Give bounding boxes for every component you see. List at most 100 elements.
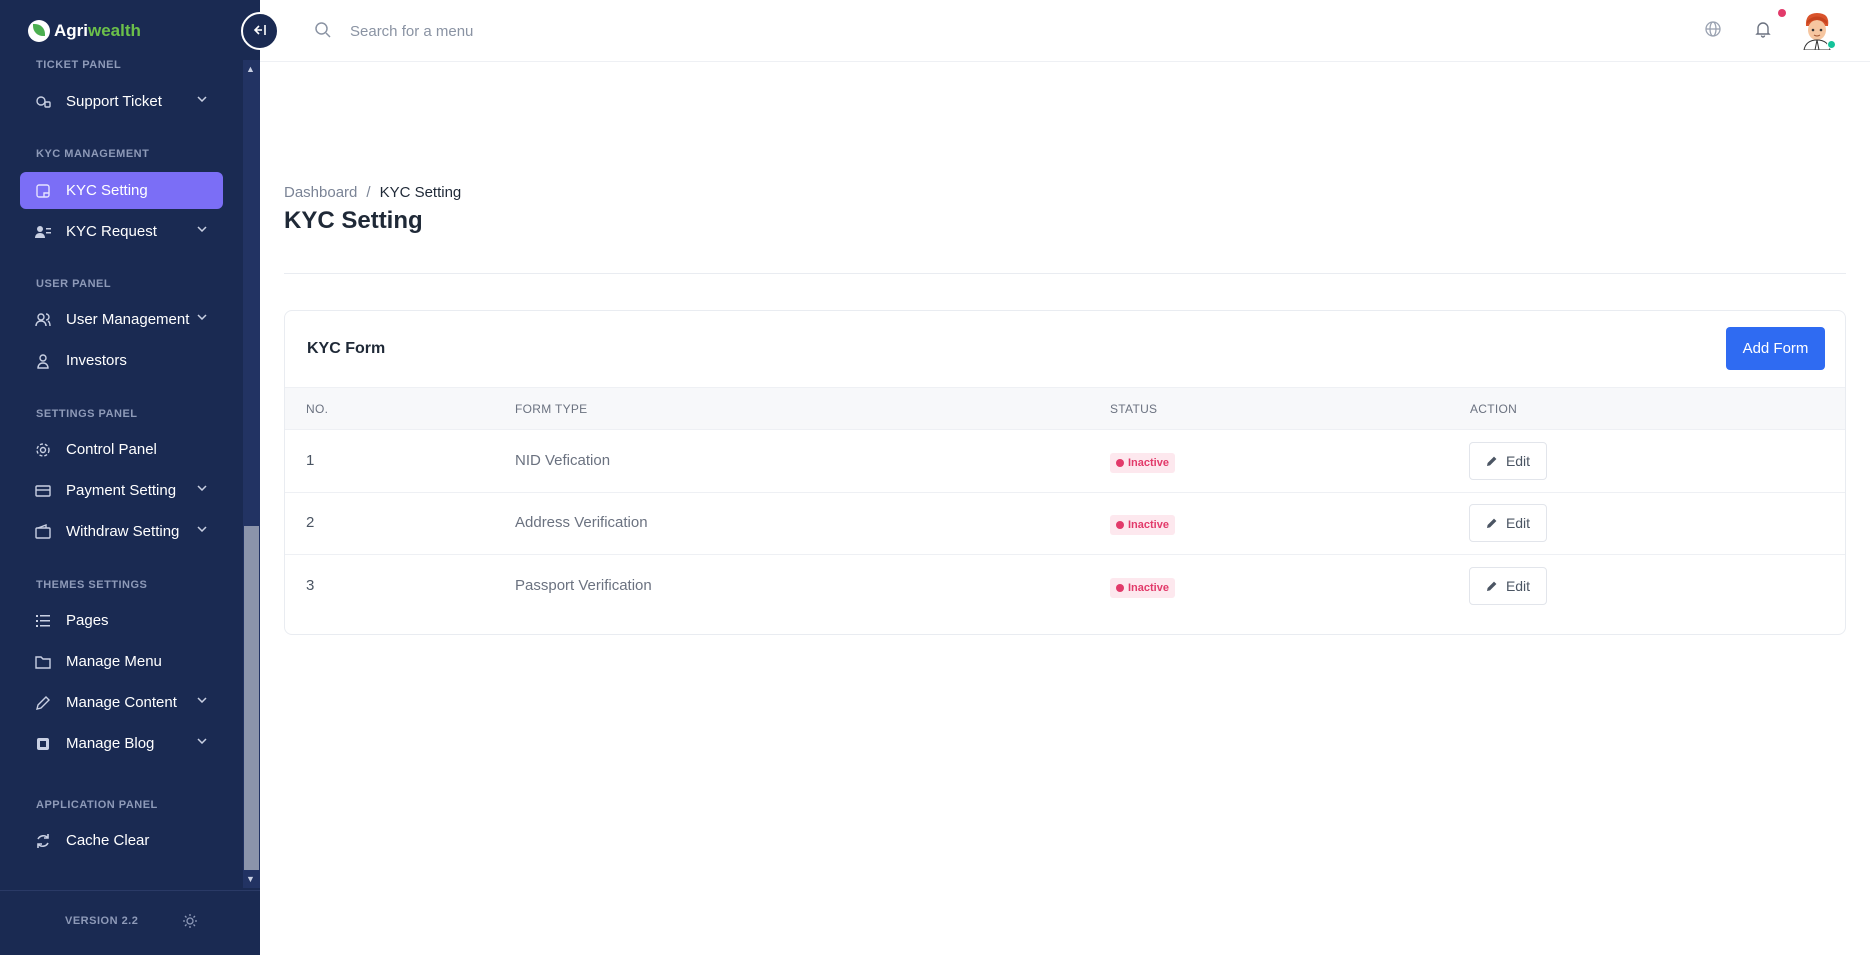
- sidebar-item-investors[interactable]: Investors: [20, 342, 223, 379]
- form-type-cell: Passport Verification: [515, 577, 652, 594]
- sidebar-item-control-panel[interactable]: Control Panel: [20, 431, 223, 468]
- sidebar-item-label: Control Panel: [66, 441, 157, 458]
- chevron-down-icon: [197, 736, 207, 747]
- pencil-icon: [1486, 581, 1497, 591]
- table-row: 2 Address Verification Inactive Edit: [285, 493, 1845, 555]
- chevron-down-icon: [197, 94, 207, 105]
- sidebar: Agri wealth TICKET PANEL Support Ticket K…: [0, 0, 260, 955]
- sidebar-item-manage-content[interactable]: Manage Content: [20, 684, 223, 721]
- note-icon: [34, 182, 52, 200]
- blog-icon: [34, 735, 52, 753]
- sidebar-item-kyc-request[interactable]: KYC Request: [20, 213, 223, 250]
- list-icon: [34, 612, 52, 630]
- section-title-ticket-panel: TICKET PANEL: [36, 59, 122, 71]
- brand-name-part1: Agri: [54, 21, 88, 40]
- edit-button[interactable]: Edit: [1469, 442, 1547, 480]
- collapse-arrow-icon: [253, 23, 267, 39]
- brand-logo[interactable]: Agri wealth: [28, 18, 141, 44]
- row-number: 2: [306, 514, 315, 531]
- breadcrumb: Dashboard / KYC Setting: [284, 184, 461, 201]
- search-icon: [314, 21, 332, 39]
- folder-icon: [34, 653, 52, 671]
- column-header-form-type: FORM TYPE: [515, 402, 588, 416]
- sidebar-item-withdraw-setting[interactable]: Withdraw Setting: [20, 513, 223, 550]
- edit-button-label: Edit: [1505, 453, 1531, 469]
- section-title-user-panel: USER PANEL: [36, 278, 112, 290]
- card-icon: [34, 482, 52, 500]
- search-input[interactable]: [350, 16, 750, 46]
- add-form-button[interactable]: Add Form: [1726, 327, 1825, 370]
- scrollbar-thumb[interactable]: [244, 526, 259, 870]
- chevron-down-icon: [197, 312, 207, 323]
- sidebar-scrollbar[interactable]: ▲ ▼: [243, 60, 260, 888]
- status-badge: Inactive: [1110, 453, 1175, 473]
- edit-button[interactable]: Edit: [1469, 504, 1547, 542]
- sidebar-item-label: Manage Blog: [66, 735, 155, 752]
- form-type-cell: Address Verification: [515, 514, 648, 531]
- leaf-logo-icon: [28, 20, 50, 42]
- page-title: KYC Setting: [284, 207, 423, 234]
- online-status-dot: [1827, 40, 1836, 49]
- table-row: 3 Passport Verification Inactive Edit: [285, 556, 1845, 618]
- refresh-icon: [34, 832, 52, 850]
- chevron-down-icon: [197, 483, 207, 494]
- breadcrumb-dashboard-link[interactable]: Dashboard: [284, 184, 357, 201]
- version-label: VERSION 2.2: [65, 915, 139, 927]
- column-header-action: ACTION: [1470, 402, 1518, 416]
- pencil-icon: [1486, 518, 1497, 528]
- sidebar-item-label: KYC Setting: [66, 182, 148, 199]
- chevron-down-icon: [197, 695, 207, 706]
- column-header-no: NO.: [306, 402, 329, 416]
- sidebar-item-kyc-setting[interactable]: KYC Setting: [20, 172, 223, 209]
- bell-icon[interactable]: [1754, 20, 1774, 40]
- wallet-icon: [34, 523, 52, 541]
- gear-icon: [34, 441, 52, 459]
- sidebar-item-label: User Management: [66, 311, 190, 328]
- edit-button-label: Edit: [1505, 578, 1531, 594]
- sidebar-item-label: KYC Request: [66, 223, 157, 240]
- sidebar-footer: VERSION 2.2: [0, 890, 260, 955]
- sidebar-item-label: Investors: [66, 352, 127, 369]
- breadcrumb-separator: /: [366, 184, 371, 201]
- sidebar-item-manage-blog[interactable]: Manage Blog: [20, 725, 223, 762]
- sidebar-item-label: Manage Menu: [66, 653, 162, 670]
- sidebar-item-manage-menu[interactable]: Manage Menu: [20, 643, 223, 680]
- theme-toggle-sun-icon[interactable]: [182, 913, 198, 929]
- sidebar-item-label: Withdraw Setting: [66, 523, 180, 540]
- scroll-up-arrow-icon[interactable]: ▲: [246, 64, 255, 74]
- pencil-icon: [34, 694, 52, 712]
- chevron-down-icon: [197, 524, 207, 535]
- card-title: KYC Form: [307, 340, 386, 357]
- sidebar-nav: TICKET PANEL Support Ticket KYC MANAGEME…: [0, 52, 243, 888]
- kyc-form-card: KYC Form Add Form NO. FORM TYPE STATUS A…: [284, 310, 1846, 635]
- edit-button-label: Edit: [1505, 515, 1531, 531]
- sidebar-item-pages[interactable]: Pages: [20, 602, 223, 639]
- status-badge: Inactive: [1110, 515, 1175, 535]
- sidebar-item-payment-setting[interactable]: Payment Setting: [20, 472, 223, 509]
- notification-dot: [1778, 9, 1786, 17]
- sidebar-item-label: Pages: [66, 612, 109, 629]
- sidebar-item-support-ticket[interactable]: Support Ticket: [20, 83, 223, 120]
- section-title-application-panel: APPLICATION PANEL: [36, 799, 158, 811]
- sidebar-item-user-management[interactable]: User Management: [20, 301, 223, 338]
- pencil-icon: [1486, 456, 1497, 466]
- globe-icon[interactable]: [1704, 20, 1724, 40]
- scroll-down-arrow-icon[interactable]: ▼: [246, 874, 255, 884]
- sidebar-item-cache-clear[interactable]: Cache Clear: [20, 822, 223, 859]
- divider: [284, 273, 1846, 274]
- sidebar-item-label: Manage Content: [66, 694, 177, 711]
- edit-button[interactable]: Edit: [1469, 567, 1547, 605]
- brand-name-part2: wealth: [88, 21, 141, 40]
- section-title-kyc-management: KYC MANAGEMENT: [36, 148, 150, 160]
- sidebar-item-label: Cache Clear: [66, 832, 150, 849]
- column-header-status: STATUS: [1110, 402, 1158, 416]
- investor-icon: [34, 352, 52, 370]
- sidebar-item-label: Payment Setting: [66, 482, 177, 499]
- row-number: 1: [306, 452, 315, 469]
- status-badge: Inactive: [1110, 578, 1175, 598]
- row-number: 3: [306, 577, 315, 594]
- sidebar-collapse-button[interactable]: [241, 12, 279, 50]
- breadcrumb-current: KYC Setting: [379, 184, 462, 201]
- top-header: [260, 0, 1870, 62]
- headset-icon: [34, 93, 52, 111]
